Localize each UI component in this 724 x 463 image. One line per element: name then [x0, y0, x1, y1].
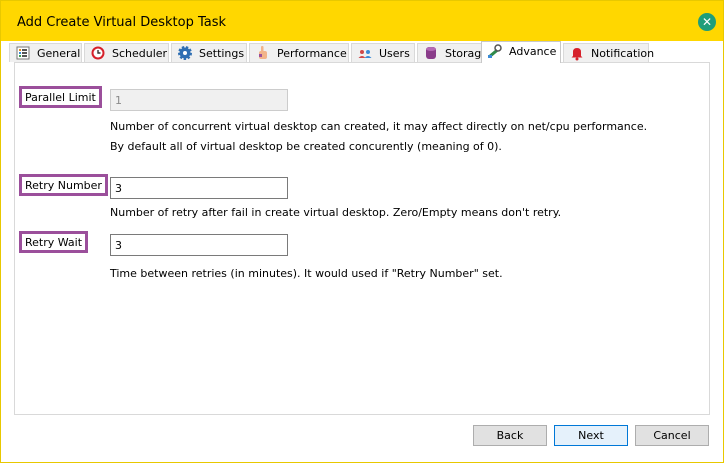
window-title: Add Create Virtual Desktop Task — [17, 15, 227, 30]
cancel-button[interactable]: Cancel — [635, 425, 709, 446]
tab-users[interactable]: Users — [351, 43, 415, 62]
parallel-limit-hint-1: Number of concurrent virtual desktop can… — [110, 120, 648, 133]
back-button[interactable]: Back — [473, 425, 547, 446]
retry-wait-input[interactable] — [110, 234, 288, 256]
retry-number-input[interactable] — [110, 177, 288, 199]
tab-label: Settings — [199, 47, 245, 60]
tab-advance[interactable]: Advance — [481, 41, 561, 63]
tab-label: Scheduler — [112, 47, 168, 60]
clock-icon — [91, 46, 105, 60]
tab-settings[interactable]: Settings — [171, 43, 247, 62]
retry-number-hint: Number of retry after fail in create vir… — [110, 206, 562, 219]
tab-scheduler[interactable]: Scheduler — [84, 43, 169, 62]
retry-wait-label: Retry Wait — [19, 231, 89, 253]
close-icon[interactable]: ✕ — [698, 13, 716, 31]
list-icon — [16, 46, 30, 60]
tab-label: Advance — [509, 45, 557, 58]
gear-icon — [178, 46, 192, 60]
tab-label: Performance — [277, 47, 347, 60]
parallel-limit-input[interactable] — [110, 89, 288, 111]
retry-number-label: Retry Number — [19, 174, 108, 196]
tab-bar: General Scheduler Settings Performance U… — [9, 41, 715, 63]
tab-label: General — [37, 47, 81, 60]
users-icon — [358, 50, 372, 58]
tab-label: Users — [379, 47, 410, 60]
next-button[interactable]: Next — [554, 425, 628, 446]
tools-icon — [488, 44, 502, 58]
tab-general[interactable]: General — [9, 43, 82, 62]
retry-wait-hint: Time between retries (in minutes). It wo… — [110, 267, 503, 280]
parallel-limit-hint-2: By default all of virtual desktop be cre… — [110, 140, 502, 153]
tab-performance[interactable]: Performance — [249, 43, 349, 62]
hand-icon — [259, 46, 267, 59]
bell-icon — [571, 48, 583, 61]
dialog-window: Add Create Virtual Desktop Task ✕ Genera… — [0, 0, 724, 463]
tab-storage[interactable]: Storage — [417, 43, 488, 62]
parallel-limit-label: Parallel Limit — [19, 86, 102, 108]
database-icon — [426, 47, 436, 59]
tab-label: Notification — [591, 47, 655, 60]
title-bar[interactable]: Add Create Virtual Desktop Task ✕ — [1, 1, 723, 41]
tab-notification[interactable]: Notification — [563, 43, 654, 62]
